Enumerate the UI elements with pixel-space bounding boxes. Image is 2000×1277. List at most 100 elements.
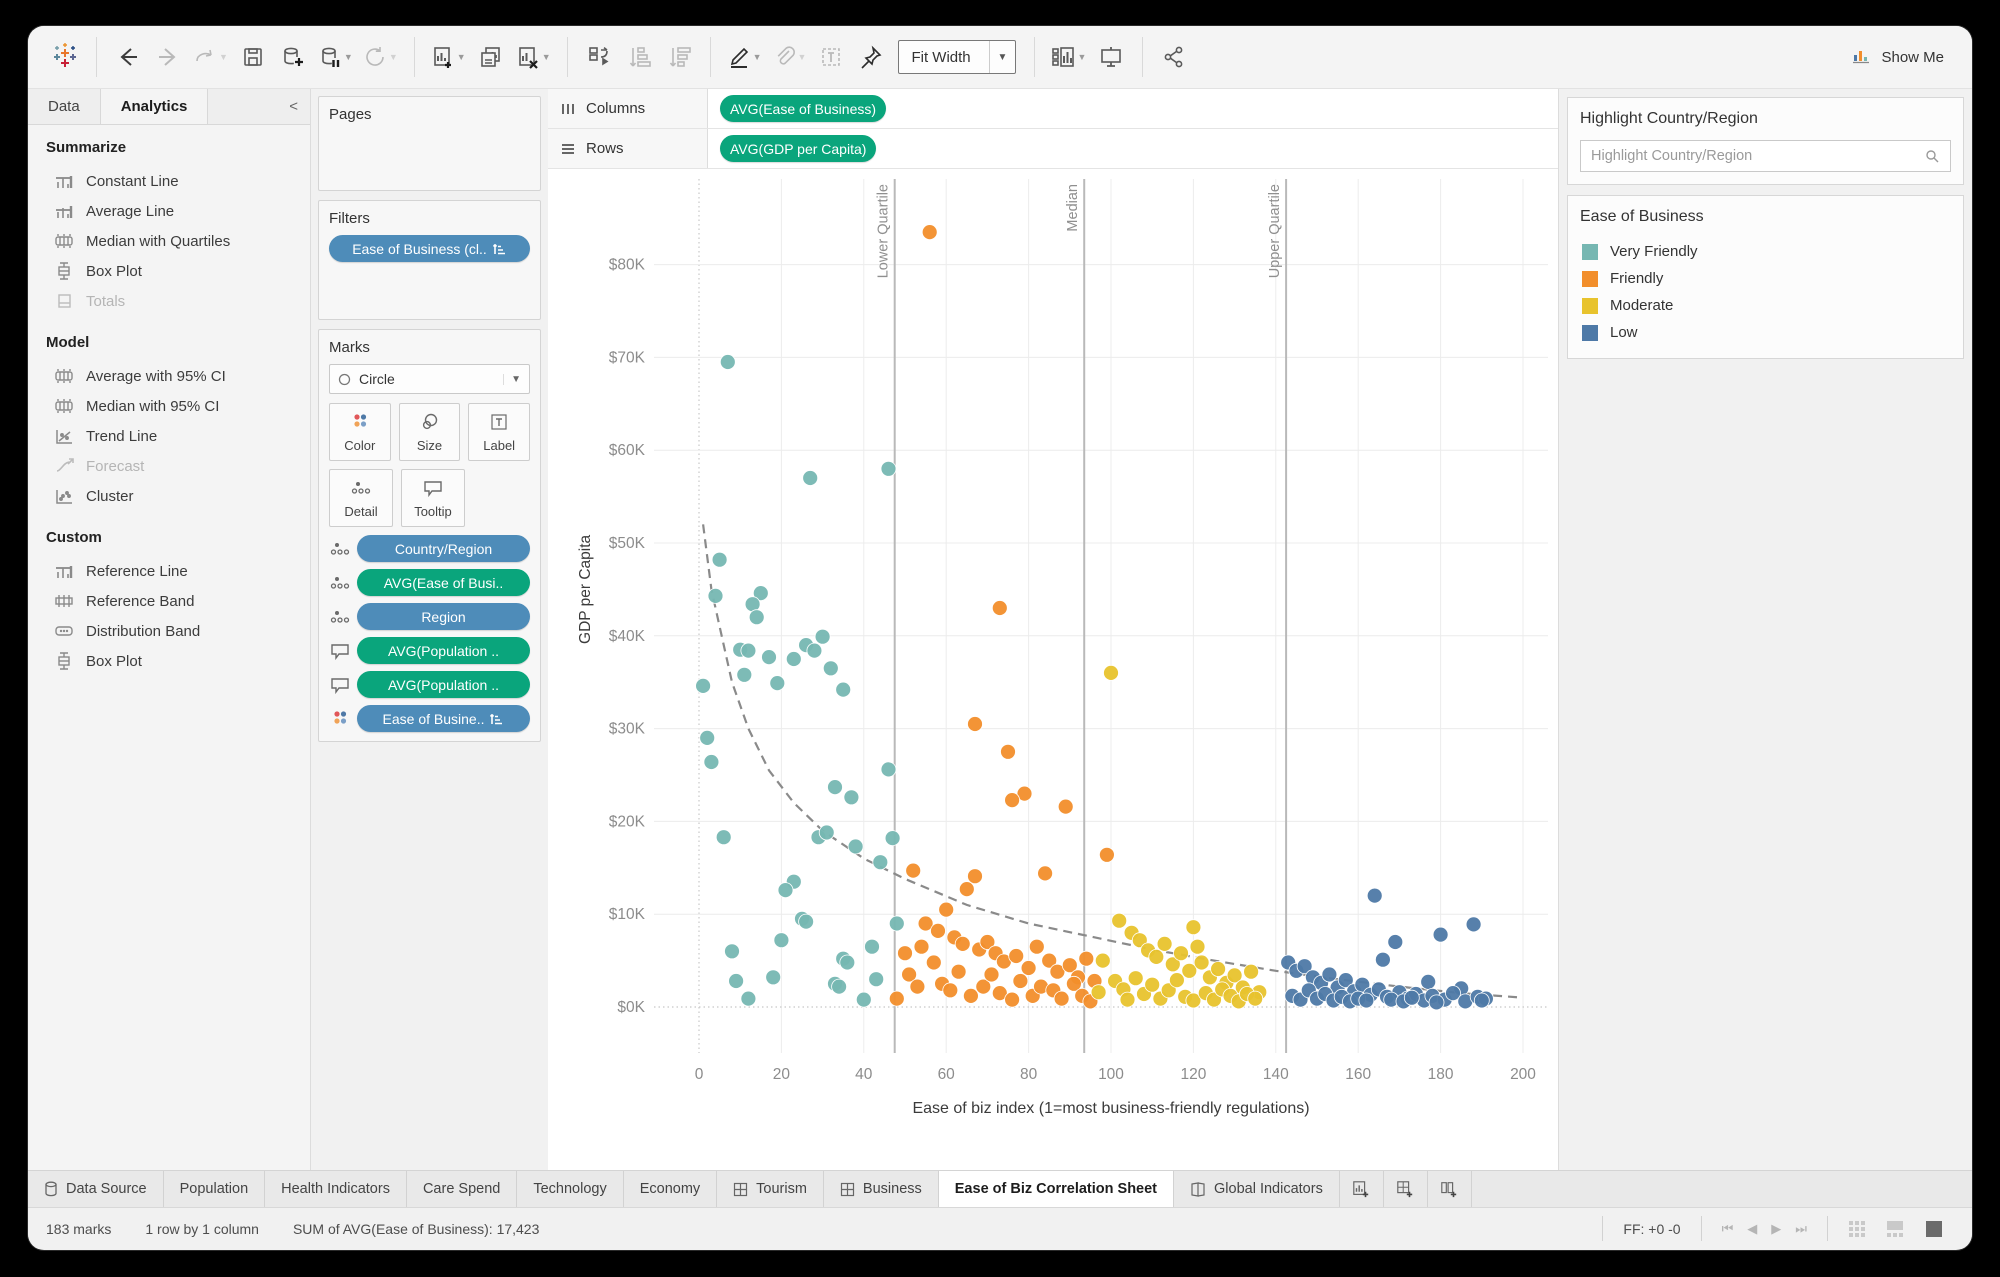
presentation-mode-button[interactable] — [1092, 37, 1130, 77]
sheet-tab-technology[interactable]: Technology — [517, 1171, 624, 1207]
scatter-plot[interactable]: Lower Quartile Median Upper Quartile 0 20 40 6… — [548, 169, 1558, 1170]
highlight-search-input[interactable] — [1591, 148, 1925, 164]
marks-button-tooltip[interactable]: Tooltip — [401, 469, 465, 527]
sidebar-item-reference-line[interactable]: Reference Line — [46, 556, 310, 586]
show-filmstrip-icon[interactable] — [1886, 1220, 1908, 1238]
duplicate-sheet-button[interactable] — [472, 37, 510, 77]
chevron-down-icon: ▼ — [1077, 52, 1087, 62]
mark-pill[interactable]: AVG(Ease of Busi.. — [357, 569, 530, 596]
pin-button[interactable] — [852, 37, 890, 77]
swap-rows-columns-icon — [588, 46, 609, 66]
sheet-tab-global-indicators[interactable]: Global Indicators — [1174, 1171, 1340, 1207]
show-mark-labels-button[interactable]: ▼ — [1047, 37, 1090, 77]
pause-updates-button[interactable]: ▼ — [314, 37, 357, 77]
tableau-logo-button[interactable] — [46, 37, 84, 77]
sheet-tab-data-source[interactable]: Data Source — [28, 1171, 164, 1207]
marks-button-color[interactable]: Color — [329, 403, 391, 461]
worksheet-icon — [734, 1182, 748, 1196]
pages-shelf[interactable]: Pages — [318, 96, 541, 191]
redo-arrow-button: ▼ — [189, 37, 232, 77]
prev-page-icon[interactable]: ◀ — [1747, 1221, 1757, 1237]
mark-pill[interactable]: Country/Region — [357, 535, 530, 562]
add-data-button[interactable] — [274, 37, 312, 77]
columns-pill[interactable]: AVG(Ease of Business) — [720, 95, 887, 122]
tab-data[interactable]: Data — [28, 89, 101, 124]
new-dashboard-icon — [1397, 1181, 1413, 1198]
sidebar-item-trend-line[interactable]: Trend Line — [46, 421, 310, 451]
sidebar-item-average-line[interactable]: Average Line — [46, 196, 310, 226]
next-page-icon[interactable]: ▶ — [1771, 1221, 1781, 1237]
legend-item-very-friendly[interactable]: Very Friendly — [1580, 238, 1951, 265]
sheet-tab-label: Population — [179, 1181, 249, 1197]
new-story-plus-button[interactable] — [1428, 1171, 1472, 1207]
svg-text:0: 0 — [695, 1066, 704, 1083]
pill-label: Ease of Busine.. — [382, 710, 485, 727]
new-worksheet-plus-button[interactable] — [1340, 1171, 1384, 1207]
presentation-mode-icon — [1101, 47, 1122, 67]
show-me-button[interactable]: Show Me — [1841, 39, 1954, 75]
sidebar-item-distribution-band[interactable]: Distribution Band — [46, 616, 310, 646]
mark-type-dropdown[interactable]: Circle ▼ — [329, 364, 530, 394]
highlight-pen-button[interactable]: ▼ — [723, 37, 766, 77]
sidebar-item-cluster[interactable]: Cluster — [46, 481, 310, 511]
rows-shelf[interactable]: AVG(GDP per Capita) — [708, 129, 1558, 168]
sidebar-item-reference-band[interactable]: Reference Band — [46, 586, 310, 616]
sheet-tab-ease-of-biz-correlation-sheet[interactable]: Ease of Biz Correlation Sheet — [938, 1171, 1175, 1207]
sidebar-item-label: Cluster — [86, 487, 134, 505]
fit-select[interactable]: Fit Width ▼ — [898, 40, 1017, 74]
swap-rows-columns-button[interactable] — [580, 37, 618, 77]
sheet-tab-care-spend[interactable]: Care Spend — [406, 1171, 518, 1207]
show-me-label: Show Me — [1881, 48, 1944, 66]
last-page-icon[interactable]: ⏭ — [1795, 1221, 1807, 1237]
show-sheet-icon[interactable] — [1924, 1220, 1946, 1238]
new-worksheet-button[interactable]: ▼ — [427, 37, 470, 77]
clear-sheet-icon — [518, 47, 538, 69]
mark-pill[interactable]: Ease of Busine.. — [357, 705, 530, 732]
back-arrow-button[interactable] — [109, 37, 147, 77]
sidebar-item-constant-line[interactable]: Constant Line — [46, 166, 310, 196]
share-button[interactable] — [1155, 37, 1193, 77]
svg-text:Median: Median — [1065, 184, 1081, 232]
pill-label: Region — [421, 608, 466, 625]
sheet-tab-business[interactable]: Business — [823, 1171, 939, 1207]
legend-item-low[interactable]: Low — [1580, 319, 1951, 346]
marks-button-detail[interactable]: Detail — [329, 469, 393, 527]
tab-analytics[interactable]: Analytics — [100, 89, 209, 124]
highlight-search[interactable] — [1580, 140, 1951, 172]
first-page-icon[interactable]: ⏮ — [1722, 1221, 1734, 1237]
sidebar-item-average-with-95-ci[interactable]: Average with 95% CI — [46, 361, 310, 391]
sidebar-item-median-with-95-ci[interactable]: Median with 95% CI — [46, 391, 310, 421]
sheet-tab-label: Ease of Biz Correlation Sheet — [954, 1181, 1158, 1197]
show-tabs-icon[interactable] — [1848, 1220, 1870, 1238]
new-dashboard-plus-button[interactable] — [1384, 1171, 1428, 1207]
sidebar-item-box-plot[interactable]: Box Plot — [46, 646, 310, 676]
sheet-tab-label: Tourism — [756, 1181, 807, 1197]
sidebar-item-median-with-quartiles[interactable]: Median with Quartiles — [46, 226, 310, 256]
marks-button-label[interactable]: Label — [468, 403, 531, 461]
sheet-tab-health-indicators[interactable]: Health Indicators — [265, 1171, 407, 1207]
columns-shelf[interactable]: AVG(Ease of Business) — [708, 89, 1558, 128]
mark-pill[interactable]: AVG(Population .. — [357, 671, 530, 698]
rows-pill[interactable]: AVG(GDP per Capita) — [720, 135, 877, 162]
marks-button-size[interactable]: Size — [398, 403, 461, 461]
save-button[interactable] — [234, 37, 272, 77]
filters-shelf[interactable]: Filters Ease of Business (cl.. — [318, 200, 541, 320]
detail-icon — [330, 576, 350, 589]
filter-pill[interactable]: Ease of Business (cl.. — [329, 235, 530, 262]
sidebar-item-box-plot[interactable]: Box Plot — [46, 256, 310, 286]
svg-text:Lower Quartile: Lower Quartile — [876, 184, 892, 278]
sheet-tab-population[interactable]: Population — [163, 1171, 266, 1207]
section-title: Summarize — [46, 139, 127, 156]
clear-sheet-button[interactable]: ▼ — [512, 37, 555, 77]
svg-text:40: 40 — [855, 1066, 873, 1083]
forward-arrow-button — [149, 37, 187, 77]
mark-pill[interactable]: Region — [357, 603, 530, 630]
sheet-tab-economy[interactable]: Economy — [623, 1171, 718, 1207]
sheet-tab-tourism[interactable]: Tourism — [717, 1171, 824, 1207]
sidebar-collapse-button[interactable]: < — [277, 98, 310, 115]
legend-item-friendly[interactable]: Friendly — [1580, 265, 1951, 292]
mark-pill[interactable]: AVG(Population .. — [357, 637, 530, 664]
legend-item-moderate[interactable]: Moderate — [1580, 292, 1951, 319]
share-icon — [1164, 46, 1183, 68]
sheet-tab-label: Business — [862, 1181, 922, 1197]
